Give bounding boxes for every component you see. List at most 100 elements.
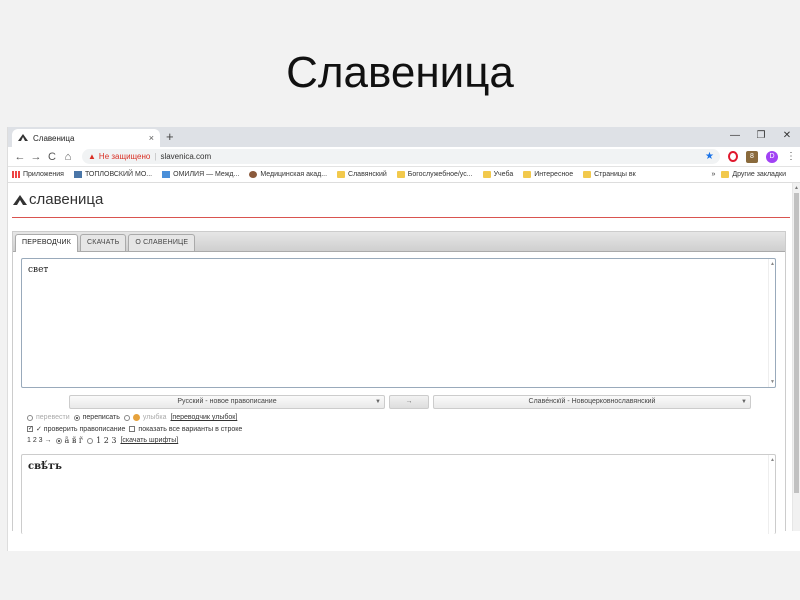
arabic-digits-label: 1 2 3 [96, 436, 117, 445]
folder-icon [583, 171, 592, 178]
vk-icon [73, 171, 82, 178]
security-status[interactable]: Не защищено [99, 152, 150, 161]
tab-title: Славеница [33, 133, 75, 143]
opera-extension-icon[interactable] [728, 151, 738, 162]
bookmark-folder[interactable]: Страницы вк [583, 171, 636, 178]
spellcheck-label: ✓ проверить правописание [36, 426, 126, 433]
extension-icon[interactable]: 8 [746, 150, 758, 163]
forward-button[interactable]: → [28, 151, 44, 163]
web-page: славеница ПЕРЕВОДЧИК СКАЧАТЬ О СЛАВЕНИЦЕ… [8, 183, 800, 534]
smile-icon [132, 414, 140, 421]
source-text[interactable]: свет [22, 259, 775, 281]
slavonic-digits-label: а̃ в̃ г̃ [64, 436, 84, 445]
translator-panel: ПЕРЕВОДЧИК СКАЧАТЬ О СЛАВЕНИЦЕ свет ▲ ▼ … [12, 231, 786, 534]
site-icon [162, 171, 171, 178]
site-icon [249, 171, 258, 178]
new-tab-button[interactable]: + [166, 129, 174, 144]
language-selectors: Русский - новое правописание ▼ → Славе́н… [69, 395, 751, 409]
bookmark-folder[interactable]: Интересное [523, 171, 573, 178]
target-language-value: Славе́нскїй - Новоцерковнославянский [528, 398, 656, 405]
bookmark-folder[interactable]: Богослужебное/ус... [396, 171, 473, 178]
url-text[interactable]: slavenica.com [160, 152, 211, 161]
smile-radio[interactable] [123, 414, 130, 421]
bookmark-label: Богослужебное/ус... [407, 171, 473, 178]
home-button[interactable]: ⌂ [60, 151, 76, 163]
target-language-select[interactable]: Славе́нскїй - Новоцерковнославянский ▼ [433, 395, 751, 409]
folder-icon [721, 171, 730, 178]
bookmark-star-icon[interactable]: ★ [705, 151, 714, 162]
bookmark-label: Другие закладки [732, 171, 786, 178]
scroll-up-icon[interactable]: ▲ [770, 457, 775, 463]
slavonic-digits-radio[interactable] [55, 437, 62, 444]
bookmark-folder[interactable]: Славянский [337, 171, 387, 178]
window-controls: — ❐ ✕ [722, 127, 800, 147]
translate-radio[interactable] [27, 414, 33, 421]
bookmark-label: Учеба [493, 171, 514, 178]
smile-translator-link[interactable]: [переводчик улыбок] [170, 414, 237, 421]
bookmark-label: Страницы вк [594, 171, 636, 178]
warning-icon: ▲ [88, 152, 96, 161]
folder-icon [396, 171, 405, 178]
tab-translator[interactable]: ПЕРЕВОДЧИК [15, 234, 79, 252]
maximize-button[interactable]: ❐ [748, 127, 774, 147]
browser-menu-icon[interactable]: ⋮ [786, 151, 796, 162]
source-textarea[interactable]: свет ▲ ▼ [21, 258, 776, 388]
bookmark-item[interactable]: Медицинская акад... [249, 171, 327, 178]
bookmark-item[interactable]: ОМИЛИЯ — Межд... [162, 171, 239, 178]
tab-download[interactable]: СКАЧАТЬ [80, 234, 127, 251]
bookmark-label: ОМИЛИЯ — Межд... [173, 171, 240, 178]
scroll-up-icon[interactable]: ▲ [770, 261, 775, 267]
folder-icon [337, 171, 346, 178]
logo-text: славеница [29, 191, 104, 208]
source-language-value: Русский - новое правописание [177, 398, 277, 405]
spellcheck-checkbox[interactable]: ✓ [27, 426, 33, 432]
download-fonts-link[interactable]: [скачать шрифты] [120, 437, 178, 444]
arabic-digits-radio[interactable] [87, 437, 94, 444]
minimize-button[interactable]: — [722, 127, 748, 147]
scrollbar-thumb[interactable] [794, 193, 799, 493]
digit-options: 1 2 3 → а̃ в̃ г̃ 1 2 3 [скачать шрифты] [27, 436, 178, 445]
bookmark-label: Медицинская акад... [260, 171, 328, 178]
source-scrollbar[interactable]: ▲ ▼ [768, 259, 775, 387]
reload-button[interactable]: C [44, 151, 60, 163]
swap-languages-button[interactable]: → [389, 395, 429, 409]
smile-label: улыбка [142, 414, 167, 421]
bookmark-item[interactable]: Приложения [12, 171, 64, 178]
page-scrollbar[interactable]: ▲ [792, 183, 800, 531]
address-bar[interactable]: ▲ Не защищено | slavenica.com ★ [82, 149, 720, 164]
tab-about[interactable]: О СЛАВЕНИЦЕ [128, 234, 196, 251]
bookmark-folder[interactable]: Учеба [482, 171, 514, 178]
show-all-checkbox[interactable] [129, 426, 136, 432]
browser-window: Славеница × + — ❐ ✕ ← → C ⌂ ▲ Не защищен… [7, 127, 800, 551]
bookmarks-bar: Приложения ТОПЛОВСКИЙ МО... ОМИЛИЯ — Меж… [8, 167, 800, 183]
site-logo[interactable]: славеница [13, 191, 103, 208]
profile-avatar[interactable]: D [766, 150, 778, 163]
site-favicon-icon [18, 134, 28, 142]
scroll-down-icon[interactable]: ▼ [770, 379, 775, 385]
transcribe-radio[interactable] [73, 414, 80, 421]
other-bookmarks[interactable]: Другие закладки [721, 171, 786, 178]
more-bookmarks-button[interactable]: » [711, 171, 715, 178]
digits-prefix: 1 2 3 → [27, 437, 52, 444]
close-tab-icon[interactable]: × [149, 133, 154, 143]
output-scrollbar[interactable]: ▲ [768, 455, 775, 534]
bookmark-label: Славянский [348, 171, 387, 178]
mode-options: перевести переписать улыбка [переводчик … [27, 414, 237, 421]
bookmark-item[interactable]: ТОПЛОВСКИЙ МО... [73, 171, 152, 178]
bookmark-label: Приложения [23, 171, 64, 178]
tab-strip: Славеница × + — ❐ ✕ [8, 127, 800, 147]
transcribe-label: переписать [82, 414, 120, 421]
scroll-up-icon[interactable]: ▲ [794, 185, 799, 191]
dropdown-arrow-icon: ▼ [741, 399, 747, 405]
output-textarea[interactable]: свѣ́тъ ▲ [21, 454, 776, 534]
folder-icon [523, 171, 532, 178]
dropdown-arrow-icon: ▼ [375, 399, 381, 405]
output-text[interactable]: свѣ́тъ [22, 455, 775, 478]
source-language-select[interactable]: Русский - новое правописание ▼ [69, 395, 385, 409]
browser-tab[interactable]: Славеница × [12, 129, 160, 147]
header-divider [12, 217, 790, 218]
close-window-button[interactable]: ✕ [774, 127, 800, 147]
logo-mark-icon [13, 194, 27, 205]
back-button[interactable]: ← [12, 151, 28, 163]
apps-icon [12, 171, 20, 178]
